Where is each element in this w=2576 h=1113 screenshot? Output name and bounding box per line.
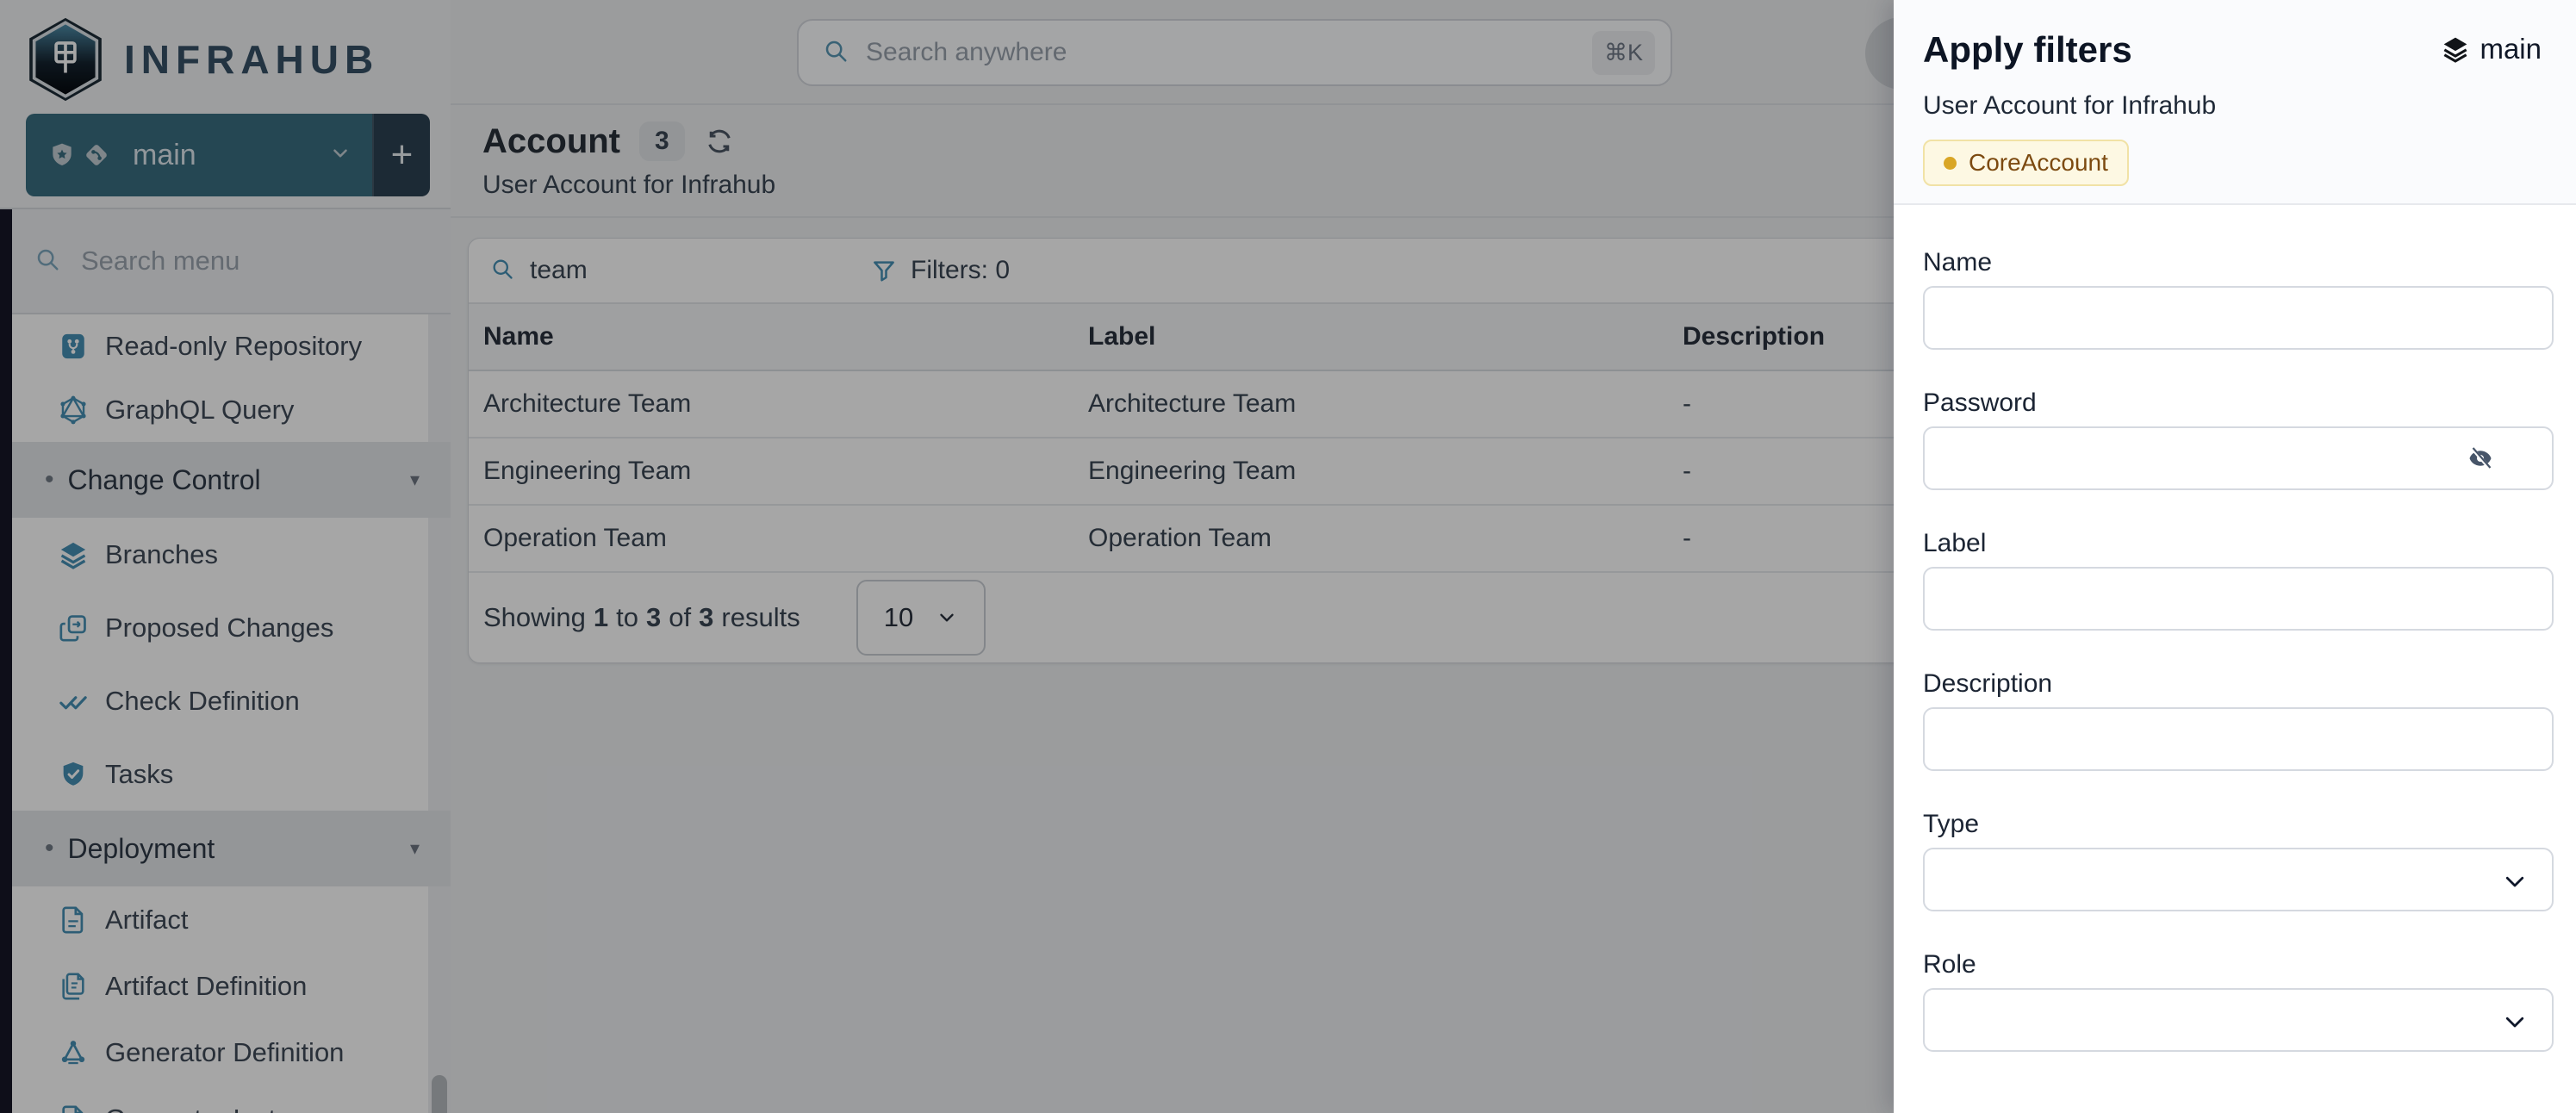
field-label: Name	[1923, 248, 2554, 277]
drawer-branch-label: main	[2480, 33, 2542, 65]
field-label: Password	[1923, 389, 2554, 418]
drawer-title: Apply filters	[1923, 29, 2132, 71]
field-name: Name	[1923, 248, 2554, 350]
modal-backdrop[interactable]	[0, 0, 1894, 1113]
drawer-form: Name Password Label Description	[1894, 205, 2576, 1052]
label-input[interactable]	[1923, 567, 2554, 631]
role-select[interactable]	[1923, 988, 2554, 1052]
apply-filters-drawer: Apply filters main User Account for Infr…	[1894, 0, 2576, 1113]
field-label: Label	[1923, 529, 2554, 631]
drawer-header: Apply filters main User Account for Infr…	[1894, 0, 2576, 205]
kind-badge-label: CoreAccount	[1969, 149, 2108, 177]
password-input[interactable]	[1923, 426, 2554, 490]
field-description: Description	[1923, 669, 2554, 771]
field-type: Type	[1923, 810, 2554, 911]
badge-dot-icon	[1944, 157, 1957, 170]
eye-off-icon[interactable]	[2467, 445, 2493, 471]
chevron-down-icon	[2502, 868, 2528, 894]
field-password: Password	[1923, 389, 2554, 490]
app-window: INFRAHUB main +	[0, 0, 2576, 1113]
field-label: Role	[1923, 950, 2554, 979]
field-label: Label	[1923, 529, 2554, 558]
name-input[interactable]	[1923, 286, 2554, 350]
chevron-down-icon	[2502, 1009, 2528, 1035]
drawer-subtitle: User Account for Infrahub	[1923, 91, 2542, 121]
field-label: Type	[1923, 810, 2554, 839]
description-input[interactable]	[1923, 707, 2554, 771]
field-label: Description	[1923, 669, 2554, 699]
type-select[interactable]	[1923, 848, 2554, 911]
drawer-branch-indicator[interactable]: main	[2442, 33, 2542, 65]
field-role: Role	[1923, 950, 2554, 1052]
layers-icon	[2442, 35, 2469, 63]
kind-badge: CoreAccount	[1923, 140, 2129, 186]
